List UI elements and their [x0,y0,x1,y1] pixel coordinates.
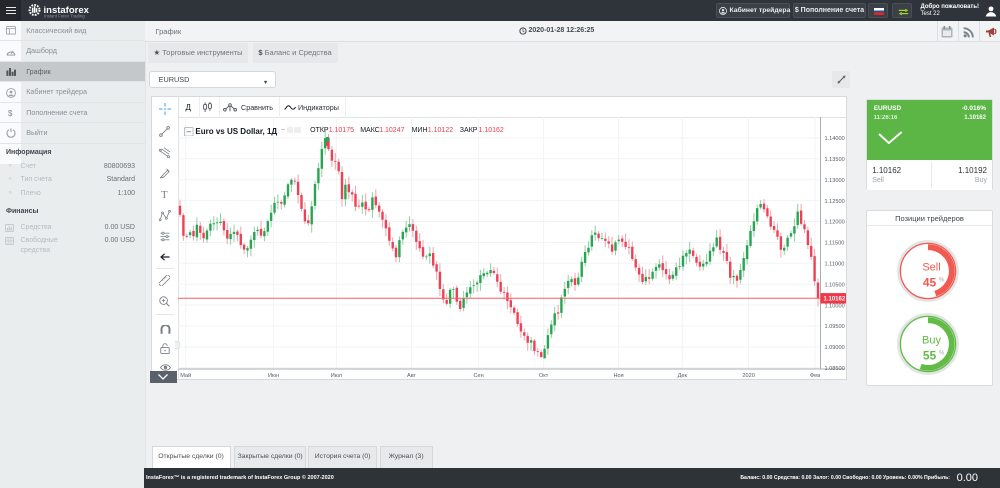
svg-text:Дек: Дек [678,373,688,379]
svg-text:Instant Forex Trading: Instant Forex Trading [44,13,85,18]
svg-text:Фев: Фев [810,373,820,379]
svg-text:Июн: Июн [268,373,279,379]
svg-text:Ноя: Ноя [614,373,624,379]
svg-text:1.09500: 1.09500 [825,324,845,330]
svg-text:Buy: Buy [922,334,941,346]
svg-text:1.12500: 1.12500 [825,198,845,204]
svg-text:1.11000: 1.11000 [825,261,845,267]
svg-text:1.11500: 1.11500 [825,240,845,246]
svg-text:%: % [939,278,945,284]
svg-text:1.13500: 1.13500 [825,157,845,163]
svg-text:Июл: Июл [331,373,342,379]
svg-text:Май: Май [180,372,191,379]
svg-text:1.08500: 1.08500 [825,366,845,372]
svg-text:Окт: Окт [539,373,549,379]
svg-text:2020: 2020 [742,373,754,379]
svg-text:Сен: Сен [473,373,483,379]
svg-text:55: 55 [923,349,937,363]
svg-text:1.14000: 1.14000 [825,136,845,142]
svg-text:Sell: Sell [922,262,940,274]
svg-text:1.10000: 1.10000 [825,303,845,309]
svg-text:1.10162: 1.10162 [824,296,846,302]
svg-text:45: 45 [923,276,937,290]
svg-text:1.10500: 1.10500 [825,282,845,288]
svg-text:Авг: Авг [407,373,416,379]
svg-text:1.13000: 1.13000 [825,177,845,183]
svg-text:%: % [939,351,945,357]
svg-text:1.12000: 1.12000 [825,219,845,225]
svg-text:1.09000: 1.09000 [825,345,845,351]
